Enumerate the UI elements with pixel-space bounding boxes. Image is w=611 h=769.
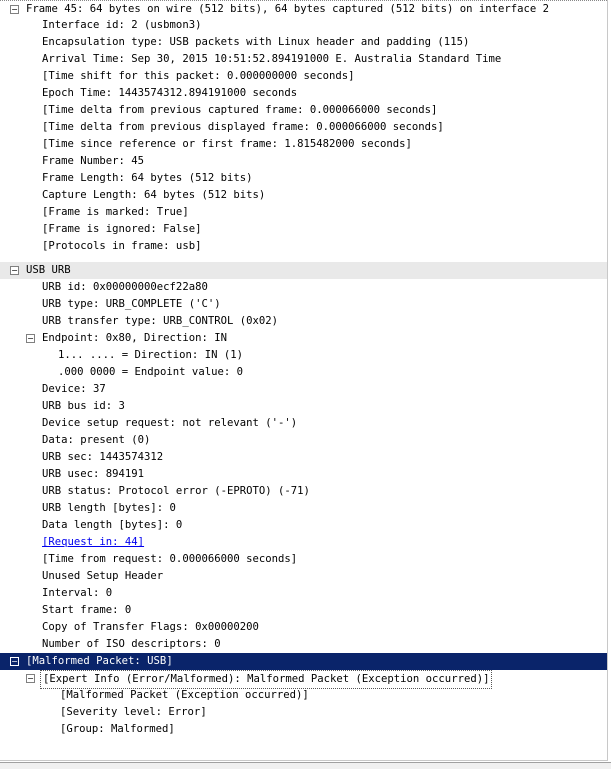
field-label: Encapsulation type: USB packets with Lin… <box>42 36 470 48</box>
tree-row[interactable]: Capture Length: 64 bytes (512 bits) <box>0 187 607 204</box>
tree-row[interactable]: Copy of Transfer Flags: 0x00000200 <box>0 619 607 636</box>
tree-row[interactable]: Frame Number: 45 <box>0 153 607 170</box>
field-label: Frame Length: 64 bytes (512 bits) <box>42 172 253 184</box>
tree-row[interactable]: [Time from request: 0.000066000 seconds] <box>0 551 607 568</box>
usb-urb-header-label: USB URB <box>26 264 71 276</box>
field-label: Device: 37 <box>42 383 106 395</box>
field-label: [Group: Malformed] <box>60 723 175 735</box>
collapse-toggle-icon[interactable]: − <box>10 5 19 14</box>
tree-row-frame-header[interactable]: − Frame 45: 64 bytes on wire (512 bits),… <box>0 0 607 18</box>
tree-row[interactable]: [Time delta from previous captured frame… <box>0 102 607 119</box>
tree-row-request-link[interactable]: [Request in: 44] <box>0 534 607 551</box>
tree-row[interactable]: URB transfer type: URB_CONTROL (0x02) <box>0 313 607 330</box>
tree-row-expert-info[interactable]: − [Expert Info (Error/Malformed): Malfor… <box>0 670 607 689</box>
field-label: [Time from request: 0.000066000 seconds] <box>42 553 298 565</box>
field-label: Frame Number: 45 <box>42 155 145 167</box>
tree-row[interactable]: URB usec: 894191 <box>0 466 607 483</box>
tree-row[interactable]: [Protocols in frame: usb] <box>0 238 607 255</box>
endpoint-label: Endpoint: 0x80, Direction: IN <box>42 332 227 344</box>
packet-details-pane[interactable]: − Frame 45: 64 bytes on wire (512 bits),… <box>0 0 608 761</box>
tree-row[interactable]: .000 0000 = Endpoint value: 0 <box>0 364 607 381</box>
tree-row[interactable]: Epoch Time: 1443574312.894191000 seconds <box>0 85 607 102</box>
field-label: [Time delta from previous captured frame… <box>42 104 438 116</box>
field-label: 1... .... = Direction: IN (1) <box>58 349 243 361</box>
field-label: URB type: URB_COMPLETE ('C') <box>42 298 221 310</box>
collapse-toggle-icon[interactable]: − <box>10 266 19 275</box>
collapse-toggle-icon[interactable]: − <box>26 674 35 683</box>
field-label: Interface id: 2 (usbmon3) <box>42 19 202 31</box>
tree-row[interactable]: URB type: URB_COMPLETE ('C') <box>0 296 607 313</box>
tree-row[interactable]: URB sec: 1443574312 <box>0 449 607 466</box>
tree-row[interactable]: URB id: 0x00000000ecf22a80 <box>0 279 607 296</box>
field-label: URB id: 0x00000000ecf22a80 <box>42 281 208 293</box>
tree-row[interactable]: Interface id: 2 (usbmon3) <box>0 17 607 34</box>
tree-row[interactable]: URB bus id: 3 <box>0 398 607 415</box>
tree-row-usb-urb-header[interactable]: − USB URB <box>0 262 607 279</box>
field-label: Number of ISO descriptors: 0 <box>42 638 221 650</box>
field-label: URB bus id: 3 <box>42 400 125 412</box>
tree-row[interactable]: Arrival Time: Sep 30, 2015 10:51:52.8941… <box>0 51 607 68</box>
tree-row[interactable]: [Time since reference or first frame: 1.… <box>0 136 607 153</box>
tree-row[interactable]: Data: present (0) <box>0 432 607 449</box>
tree-row[interactable]: URB length [bytes]: 0 <box>0 500 607 517</box>
field-label: Epoch Time: 1443574312.894191000 seconds <box>42 87 298 99</box>
tree-row[interactable]: [Frame is ignored: False] <box>0 221 607 238</box>
field-label: Interval: 0 <box>42 587 113 599</box>
tree-row[interactable]: Device setup request: not relevant ('-') <box>0 415 607 432</box>
tree-row[interactable]: [Time delta from previous displayed fram… <box>0 119 607 136</box>
tree-row[interactable]: [Time shift for this packet: 0.000000000… <box>0 68 607 85</box>
field-label: .000 0000 = Endpoint value: 0 <box>58 366 243 378</box>
tree-row[interactable]: URB status: Protocol error (-EPROTO) (-7… <box>0 483 607 500</box>
tree-row[interactable]: Device: 37 <box>0 381 607 398</box>
tree-row[interactable]: Frame Length: 64 bytes (512 bits) <box>0 170 607 187</box>
tree-row[interactable]: Interval: 0 <box>0 585 607 602</box>
field-label: Capture Length: 64 bytes (512 bits) <box>42 189 266 201</box>
tree-row-endpoint[interactable]: − Endpoint: 0x80, Direction: IN <box>0 330 607 347</box>
field-label: Data length [bytes]: 0 <box>42 519 183 531</box>
field-label: URB usec: 894191 <box>42 468 145 480</box>
tree-row[interactable]: [Frame is marked: True] <box>0 204 607 221</box>
field-label: [Severity level: Error] <box>60 706 207 718</box>
field-label: Data: present (0) <box>42 434 151 446</box>
tree-row[interactable]: Number of ISO descriptors: 0 <box>0 636 607 653</box>
field-label: Copy of Transfer Flags: 0x00000200 <box>42 621 259 633</box>
tree-row[interactable]: [Group: Malformed] <box>0 721 607 738</box>
field-label: URB length [bytes]: 0 <box>42 502 176 514</box>
frame-header-label: Frame 45: 64 bytes on wire (512 bits), 6… <box>26 3 549 15</box>
tree-row[interactable]: 1... .... = Direction: IN (1) <box>0 347 607 364</box>
tree-row[interactable]: [Severity level: Error] <box>0 704 607 721</box>
request-in-link[interactable]: [Request in: 44] <box>42 534 144 551</box>
field-label: Unused Setup Header <box>42 570 164 582</box>
field-label: [Time since reference or first frame: 1.… <box>42 138 412 150</box>
field-label: URB status: Protocol error (-EPROTO) (-7… <box>42 485 310 497</box>
field-label: [Malformed Packet (Exception occurred)] <box>60 689 309 701</box>
tree-row-malformed-header[interactable]: − [Malformed Packet: USB] <box>0 653 607 670</box>
collapse-toggle-icon[interactable]: − <box>26 334 35 343</box>
tree-row[interactable]: Start frame: 0 <box>0 602 607 619</box>
field-label: Arrival Time: Sep 30, 2015 10:51:52.8941… <box>42 53 502 65</box>
tree-row[interactable]: Data length [bytes]: 0 <box>0 517 607 534</box>
tree-row[interactable]: Unused Setup Header <box>0 568 607 585</box>
field-label: [Time shift for this packet: 0.000000000… <box>42 70 355 82</box>
field-label: [Protocols in frame: usb] <box>42 240 202 252</box>
field-label: Device setup request: not relevant ('-') <box>42 417 298 429</box>
field-label: [Time delta from previous displayed fram… <box>42 121 444 133</box>
field-label: [Frame is marked: True] <box>42 206 189 218</box>
field-label: URB sec: 1443574312 <box>42 451 164 463</box>
field-label: Start frame: 0 <box>42 604 132 616</box>
tree-row[interactable]: Encapsulation type: USB packets with Lin… <box>0 34 607 51</box>
field-label: URB transfer type: URB_CONTROL (0x02) <box>42 315 278 327</box>
malformed-header-label: [Malformed Packet: USB] <box>26 655 173 667</box>
collapse-toggle-icon[interactable]: − <box>10 657 19 666</box>
tree-row[interactable]: [Malformed Packet (Exception occurred)] <box>0 687 607 704</box>
field-label: [Frame is ignored: False] <box>42 223 202 235</box>
